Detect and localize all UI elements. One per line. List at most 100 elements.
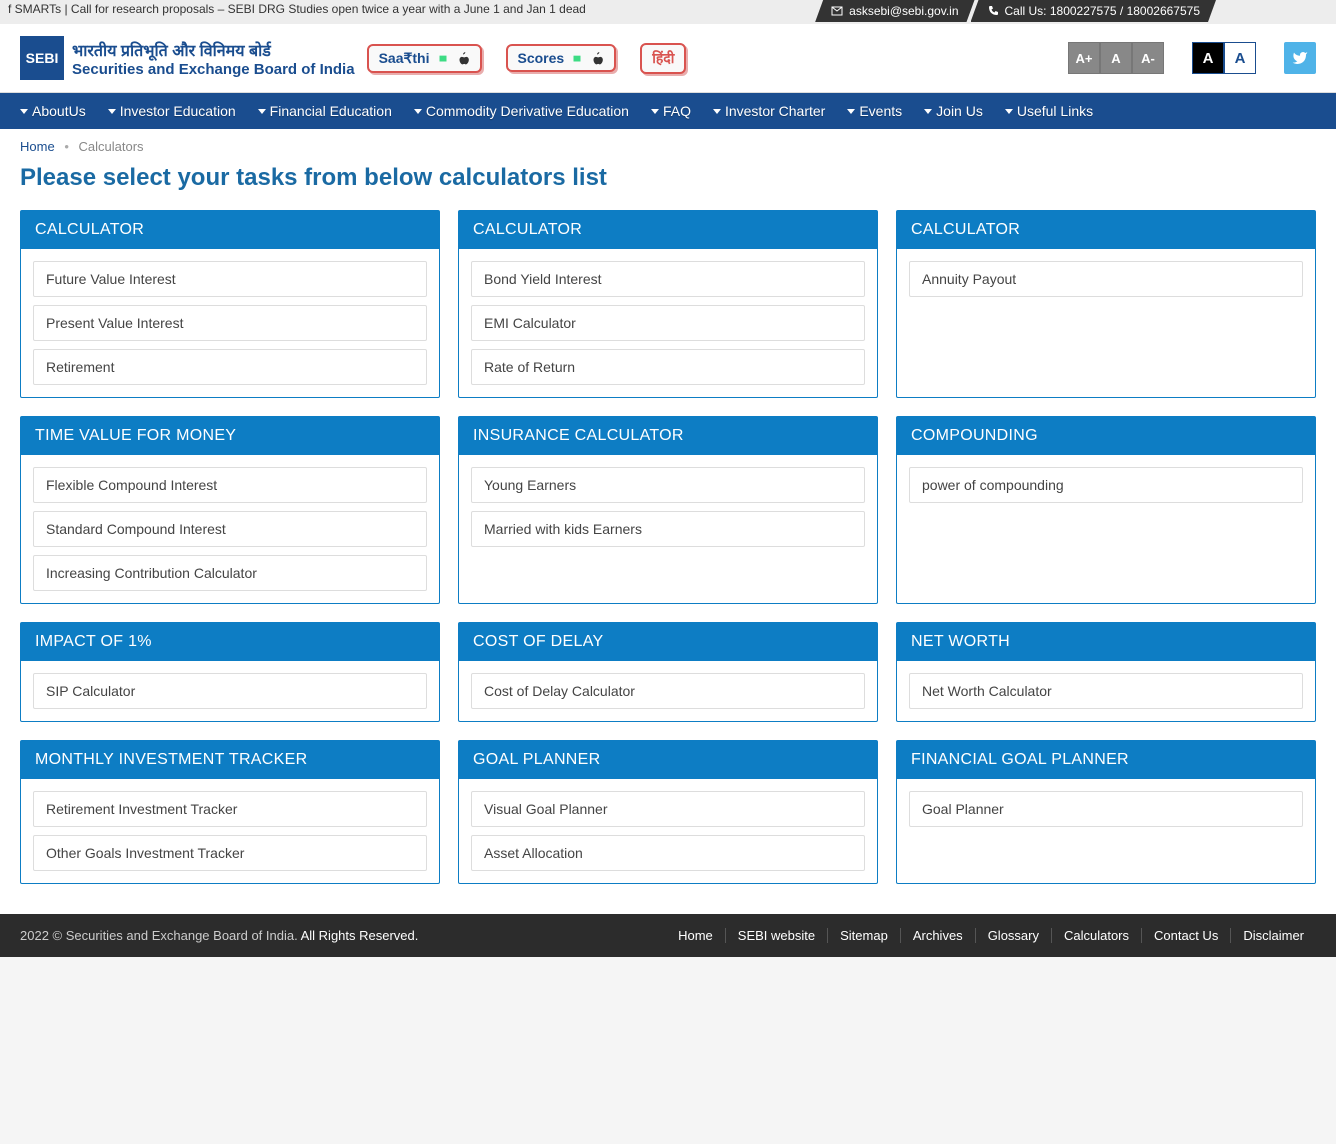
card-body: Annuity Payout xyxy=(897,249,1315,309)
card-body: SIP Calculator xyxy=(21,661,439,721)
calculator-link[interactable]: SIP Calculator xyxy=(33,673,427,709)
footer-link-sitemap[interactable]: Sitemap xyxy=(828,928,901,943)
calculator-link[interactable]: Standard Compound Interest xyxy=(33,511,427,547)
nav-item-financial-education[interactable]: Financial Education xyxy=(258,103,392,119)
font-increase-button[interactable]: A+ xyxy=(1068,42,1100,74)
calculator-card: TIME VALUE FOR MONEYFlexible Compound In… xyxy=(20,416,440,604)
calculator-link[interactable]: Asset Allocation xyxy=(471,835,865,871)
calculator-link[interactable]: Annuity Payout xyxy=(909,261,1303,297)
footer-link-home[interactable]: Home xyxy=(666,928,726,943)
logo-text: भारतीय प्रतिभूति और विनिमय बोर्ड Securit… xyxy=(72,39,355,78)
calculator-link[interactable]: Rate of Return xyxy=(471,349,865,385)
email-text: asksebi@sebi.gov.in xyxy=(849,4,958,18)
footer-link-contact-us[interactable]: Contact Us xyxy=(1142,928,1231,943)
card-header: COMPOUNDING xyxy=(897,417,1315,455)
card-header: IMPACT OF 1% xyxy=(21,623,439,661)
footer: 2022 © Securities and Exchange Board of … xyxy=(0,914,1336,957)
nav-item-investor-charter[interactable]: Investor Charter xyxy=(713,103,825,119)
card-body: Young Earners Married with kids Earners xyxy=(459,455,877,559)
contrast-dark-button[interactable]: A xyxy=(1192,42,1224,74)
calculator-link[interactable]: Cost of Delay Calculator xyxy=(471,673,865,709)
breadcrumb: Home • Calculators xyxy=(0,129,1336,164)
card-body: Future Value Interest Present Value Inter… xyxy=(21,249,439,397)
calculator-link[interactable]: Married with kids Earners xyxy=(471,511,865,547)
card-header: CALCULATOR xyxy=(21,211,439,249)
calculator-link[interactable]: Retirement xyxy=(33,349,427,385)
saarthi-label: Saa₹thi xyxy=(379,50,430,67)
header: SEBI भारतीय प्रतिभूति और विनिमय बोर्ड Se… xyxy=(0,24,1336,93)
calculator-link[interactable]: Bond Yield Interest xyxy=(471,261,865,297)
calculator-card: CALCULATOR Future Value Interest Present V… xyxy=(20,210,440,398)
calculator-card: IMPACT OF 1% SIP Calculator xyxy=(20,622,440,722)
nav-item-events[interactable]: Events xyxy=(847,103,902,119)
nav-item-useful-links[interactable]: Useful Links xyxy=(1005,103,1093,119)
card-header: CALCULATOR xyxy=(897,211,1315,249)
card-header: FINANCIAL GOAL PLANNER xyxy=(897,741,1315,779)
logo-square: SEBI xyxy=(20,36,64,80)
calculator-grid: CALCULATOR Future Value Interest Present V… xyxy=(0,210,1336,914)
hindi-label: हिंदी xyxy=(652,49,674,68)
scores-button[interactable]: Scores xyxy=(506,44,617,72)
twitter-button[interactable] xyxy=(1284,42,1316,74)
card-body: Flexible Compound Interest Standard Compo… xyxy=(21,455,439,603)
nav-item-aboutus[interactable]: AboutUs xyxy=(20,103,86,119)
saarthi-button[interactable]: Saa₹thi xyxy=(367,44,482,73)
contrast-controls: A A xyxy=(1192,42,1256,74)
breadcrumb-home[interactable]: Home xyxy=(20,139,55,154)
nav-item-commodity-derivative-education[interactable]: Commodity Derivative Education xyxy=(414,103,629,119)
nav-item-faq[interactable]: FAQ xyxy=(651,103,691,119)
footer-link-glossary[interactable]: Glossary xyxy=(976,928,1052,943)
card-header: GOAL PLANNER xyxy=(459,741,877,779)
footer-link-sebi-website[interactable]: SEBI website xyxy=(726,928,828,943)
card-header: TIME VALUE FOR MONEY xyxy=(21,417,439,455)
calculator-link[interactable]: Net Worth Calculator xyxy=(909,673,1303,709)
copyright-white: All Rights Reserved. xyxy=(298,928,419,943)
logo[interactable]: SEBI भारतीय प्रतिभूति और विनिमय बोर्ड Se… xyxy=(20,36,355,80)
calculator-link[interactable]: Increasing Contribution Calculator xyxy=(33,555,427,591)
page-title: Please select your tasks from below calc… xyxy=(0,164,1336,210)
footer-link-calculators[interactable]: Calculators xyxy=(1052,928,1142,943)
calculator-link[interactable]: Goal Planner xyxy=(909,791,1303,827)
phone-link[interactable]: Call Us: 1800227575 / 18002667575 xyxy=(971,0,1217,22)
phone-icon xyxy=(987,5,999,17)
hindi-button[interactable]: हिंदी xyxy=(640,43,686,74)
font-decrease-button[interactable]: A- xyxy=(1132,42,1164,74)
footer-link-archives[interactable]: Archives xyxy=(901,928,976,943)
calculator-card: CALCULATORBond Yield InterestEMI Calcula… xyxy=(458,210,878,398)
calculator-link[interactable]: Visual Goal Planner xyxy=(471,791,865,827)
scores-label: Scores xyxy=(518,50,565,66)
calculator-link[interactable]: Present Value Interest xyxy=(33,305,427,341)
calculator-card: MONTHLY INVESTMENT TRACKERRetirement Inv… xyxy=(20,740,440,884)
calculator-card: COMPOUNDING power of compounding xyxy=(896,416,1316,604)
apple-icon xyxy=(590,51,604,65)
android-icon xyxy=(570,51,584,65)
calculator-link[interactable]: Retirement Investment Tracker xyxy=(33,791,427,827)
main-nav: AboutUs Investor Education Financial Educa… xyxy=(0,93,1336,129)
footer-links: HomeSEBI websiteSitemapArchivesGlossaryC… xyxy=(666,928,1316,943)
nav-item-join-us[interactable]: Join Us xyxy=(924,103,983,119)
phone-text: Call Us: 1800227575 / 18002667575 xyxy=(1005,4,1201,18)
news-ticker[interactable]: f SMARTs | Call for research proposals –… xyxy=(0,2,586,16)
calculator-link[interactable]: EMI Calculator xyxy=(471,305,865,341)
calculator-link[interactable]: Other Goals Investment Tracker xyxy=(33,835,427,871)
card-body: Visual Goal Planner Asset Allocation xyxy=(459,779,877,883)
font-normal-button[interactable]: A xyxy=(1100,42,1132,74)
footer-link-disclaimer[interactable]: Disclaimer xyxy=(1231,928,1316,943)
card-header: COST OF DELAY xyxy=(459,623,877,661)
calculator-link[interactable]: power of compounding xyxy=(909,467,1303,503)
card-body: power of compounding xyxy=(897,455,1315,515)
contrast-light-button[interactable]: A xyxy=(1224,42,1256,74)
apple-icon xyxy=(456,51,470,65)
copyright: 2022 © Securities and Exchange Board of … xyxy=(20,928,418,943)
calculator-link[interactable]: Flexible Compound Interest xyxy=(33,467,427,503)
android-icon xyxy=(436,51,450,65)
calculator-link[interactable]: Future Value Interest xyxy=(33,261,427,297)
nav-item-investor-education[interactable]: Investor Education xyxy=(108,103,236,119)
twitter-icon xyxy=(1292,50,1308,66)
calculator-link[interactable]: Young Earners xyxy=(471,467,865,503)
logo-english: Securities and Exchange Board of India xyxy=(72,61,355,78)
email-link[interactable]: asksebi@sebi.gov.in xyxy=(815,0,974,22)
copyright-gray: 2022 © Securities and Exchange Board of … xyxy=(20,928,298,943)
card-header: MONTHLY INVESTMENT TRACKER xyxy=(21,741,439,779)
card-body: Retirement Investment Tracker Other Goals… xyxy=(21,779,439,883)
